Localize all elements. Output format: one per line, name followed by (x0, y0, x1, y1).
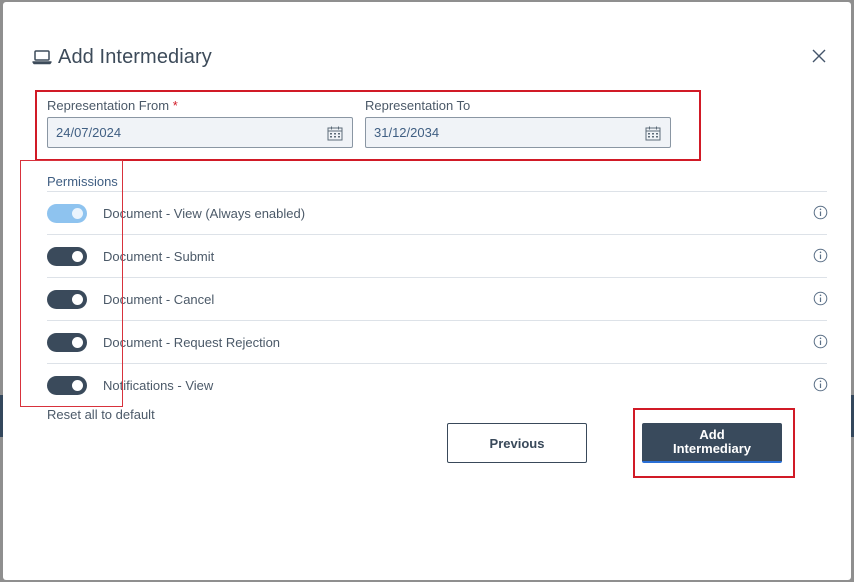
toggle-knob (72, 250, 83, 262)
dialog-header: Add Intermediary (32, 44, 212, 70)
permission-row: Document - View (Always enabled) (47, 191, 828, 234)
toggle-knob (72, 293, 83, 305)
permission-label: Document - View (Always enabled) (103, 205, 306, 221)
dialog-title: Add Intermediary (58, 45, 212, 68)
permission-row: Document - Submit (47, 234, 828, 277)
representation-to-value: 31/12/2034 (374, 125, 440, 140)
permission-label: Document - Submit (103, 248, 215, 264)
required-asterisk: * (172, 98, 178, 113)
calendar-icon[interactable] (645, 126, 661, 141)
permission-toggle[interactable] (47, 289, 87, 309)
representation-to-input[interactable]: 31/12/2034 (365, 117, 671, 148)
previous-button[interactable]: Previous (447, 423, 587, 463)
close-icon[interactable] (809, 46, 829, 66)
permission-toggle[interactable] (47, 375, 87, 395)
permission-row: Notifications - View (47, 363, 828, 406)
info-icon[interactable] (813, 291, 828, 306)
representation-to-label: Representation To (365, 98, 471, 113)
calendar-icon[interactable] (327, 126, 343, 141)
laptop-icon (32, 49, 52, 65)
permissions-title: Permissions (47, 174, 118, 189)
toggle-knob (72, 207, 83, 219)
permission-toggle[interactable] (47, 203, 87, 223)
add-intermediary-dialog: Add Intermediary Representation From * 2… (3, 2, 851, 580)
permission-row: Document - Cancel (47, 277, 828, 320)
info-icon[interactable] (813, 248, 828, 263)
permission-row: Document - Request Rejection (47, 320, 828, 363)
permission-label: Document - Cancel (103, 291, 215, 307)
reset-all-link[interactable]: Reset all to default (47, 407, 155, 422)
representation-from-value: 24/07/2024 (56, 125, 122, 140)
permission-label: Document - Request Rejection (103, 334, 281, 350)
permission-toggle[interactable] (47, 332, 87, 352)
toggle-knob (72, 336, 83, 348)
representation-from-input[interactable]: 24/07/2024 (47, 117, 353, 148)
info-icon[interactable] (813, 334, 828, 349)
info-icon[interactable] (813, 205, 828, 220)
permission-label: Notifications - View (103, 377, 214, 393)
representation-from-label: Representation From * (47, 98, 178, 113)
add-intermediary-button[interactable]: Add Intermediary (642, 423, 782, 463)
info-icon[interactable] (813, 377, 828, 392)
toggle-knob (72, 379, 83, 391)
permission-toggle[interactable] (47, 246, 87, 266)
